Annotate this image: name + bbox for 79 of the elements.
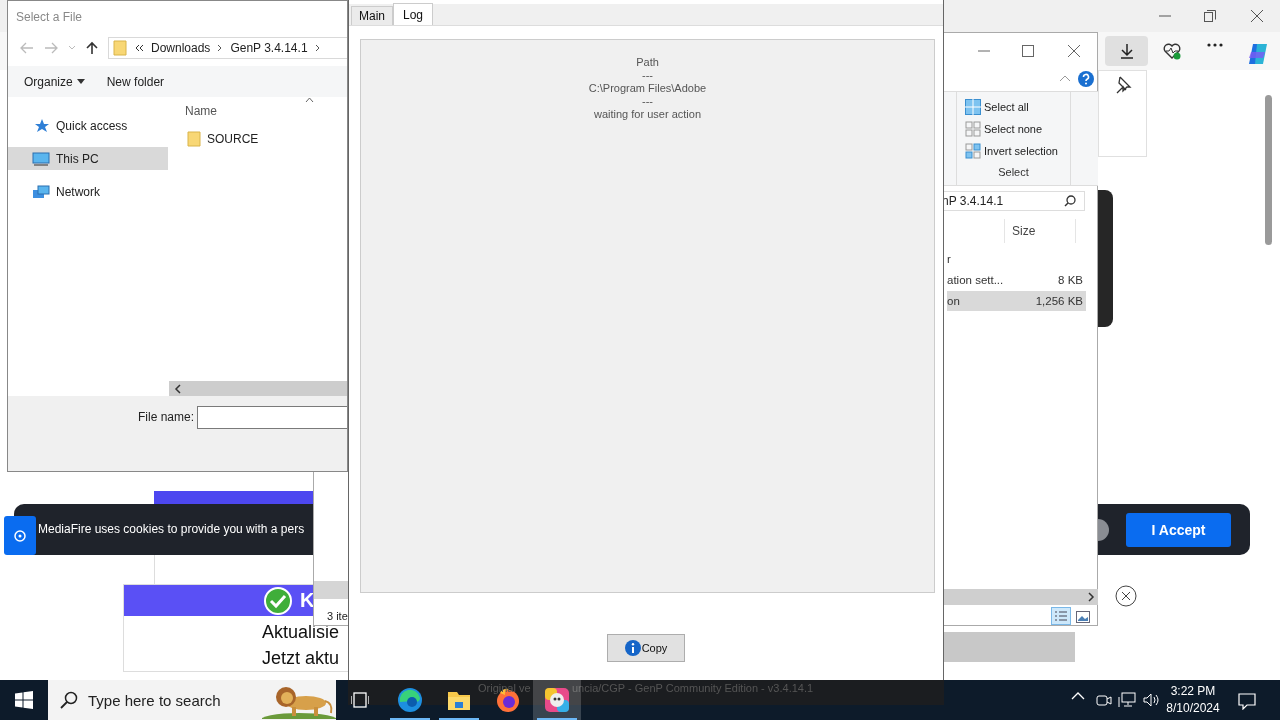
select-icon bbox=[965, 99, 981, 115]
close-icon[interactable] bbox=[1250, 9, 1264, 23]
taskbar-search-field[interactable]: Type here to search bbox=[48, 680, 336, 720]
task-view-icon[interactable] bbox=[351, 692, 369, 708]
overflow-icon[interactable] bbox=[134, 44, 144, 52]
search-icon bbox=[60, 691, 78, 709]
restore-icon[interactable] bbox=[1203, 9, 1217, 23]
new-folder-button[interactable]: New folder bbox=[102, 72, 169, 91]
heart-pulse-icon[interactable] bbox=[1162, 42, 1182, 60]
horizontal-scrollbar[interactable] bbox=[169, 381, 347, 396]
scroll-left-icon[interactable] bbox=[174, 383, 182, 394]
chevron-up-icon[interactable] bbox=[1071, 692, 1085, 700]
column-header[interactable]: Size bbox=[1004, 219, 1076, 243]
nav-item[interactable]: Network bbox=[8, 180, 168, 203]
windows-start-icon[interactable] bbox=[15, 691, 33, 709]
log-line: --- bbox=[642, 69, 653, 82]
accept-button[interactable]: I Accept bbox=[1126, 513, 1231, 547]
maximize-icon[interactable] bbox=[1021, 44, 1035, 58]
close-icon[interactable] bbox=[1115, 585, 1137, 607]
chevron-icon[interactable] bbox=[217, 44, 224, 52]
column-header[interactable]: Name bbox=[185, 104, 217, 118]
field-label: File name: bbox=[138, 410, 195, 424]
clock[interactable]: 3:22 PM 8/10/2024 bbox=[1160, 683, 1226, 717]
file-row[interactable]: r bbox=[947, 249, 1086, 269]
log-line: waiting for user action bbox=[594, 108, 701, 121]
select-icon bbox=[965, 143, 981, 159]
horizontal-scrollbar[interactable] bbox=[941, 589, 1098, 605]
group-label: Select bbox=[998, 166, 1029, 178]
log-line: Path bbox=[636, 56, 659, 69]
folder-icon bbox=[113, 40, 127, 56]
tab[interactable]: Log bbox=[393, 3, 434, 25]
camera-icon[interactable] bbox=[1096, 692, 1112, 708]
chevron-icon[interactable] bbox=[314, 44, 321, 52]
notification-icon[interactable] bbox=[1238, 692, 1256, 710]
close-icon[interactable] bbox=[1067, 44, 1081, 58]
address-bar[interactable]: Downloads GenP 3.4.14.1 bbox=[108, 37, 347, 59]
tab[interactable]: Main bbox=[351, 6, 393, 25]
ad-headline: K bbox=[300, 589, 315, 612]
help-icon[interactable] bbox=[1078, 71, 1094, 87]
log-line: C:\Program Files\Adobe bbox=[588, 82, 707, 95]
privacy-settings-button[interactable] bbox=[4, 516, 36, 555]
file-name-field[interactable] bbox=[197, 406, 347, 429]
volume-icon[interactable] bbox=[1143, 692, 1161, 708]
status-text: 3 ite bbox=[327, 610, 348, 622]
breadcrumb-item[interactable]: GenP 3.4.14.1 bbox=[230, 41, 308, 55]
copy-button[interactable]: Copy bbox=[607, 634, 685, 662]
status-text: Original ve bbox=[478, 682, 531, 694]
thumbnail-view-icon[interactable] bbox=[1076, 611, 1090, 623]
download-button[interactable] bbox=[1105, 36, 1148, 66]
ribbon-item[interactable]: Invert selection bbox=[965, 142, 1070, 160]
select-icon bbox=[965, 121, 981, 137]
up-icon[interactable] bbox=[86, 41, 98, 55]
search-icon[interactable] bbox=[1064, 195, 1076, 207]
info-icon bbox=[624, 640, 641, 656]
file-row[interactable]: on 1,256 KB bbox=[947, 291, 1086, 311]
network-icon[interactable] bbox=[1118, 692, 1136, 708]
ribbon-item[interactable]: Select none bbox=[965, 120, 1070, 138]
computer-icon bbox=[32, 150, 50, 167]
file-row[interactable]: ation sett... 8 KB bbox=[947, 270, 1086, 290]
network-icon bbox=[32, 183, 50, 200]
sort-icon bbox=[305, 97, 314, 103]
cookie-message: MediaFire uses cookies to provide you with a pers bbox=[38, 522, 305, 536]
window-title: Select a File bbox=[16, 10, 83, 24]
dismiss-icon[interactable] bbox=[1098, 519, 1109, 541]
folder-icon bbox=[187, 131, 201, 147]
scroll-right-icon[interactable] bbox=[1087, 592, 1095, 602]
ad-text: Aktualisie bbox=[262, 621, 340, 644]
nav-item[interactable]: This PC bbox=[8, 147, 168, 170]
settings-icon bbox=[13, 528, 27, 543]
breadcrumb-item[interactable]: Downloads bbox=[151, 41, 211, 55]
caret-icon bbox=[76, 79, 85, 84]
file-item[interactable]: SOURCE bbox=[187, 131, 259, 147]
organize-button[interactable]: Organize bbox=[20, 72, 89, 91]
log-line: --- bbox=[642, 95, 653, 108]
nav-item[interactable]: Quick access bbox=[8, 114, 168, 137]
collapse-icon[interactable] bbox=[1059, 74, 1071, 82]
ribbon-item[interactable]: Select all bbox=[965, 98, 1070, 116]
ad-text: Jetzt aktu bbox=[262, 647, 340, 670]
more-icon[interactable] bbox=[1206, 42, 1224, 48]
